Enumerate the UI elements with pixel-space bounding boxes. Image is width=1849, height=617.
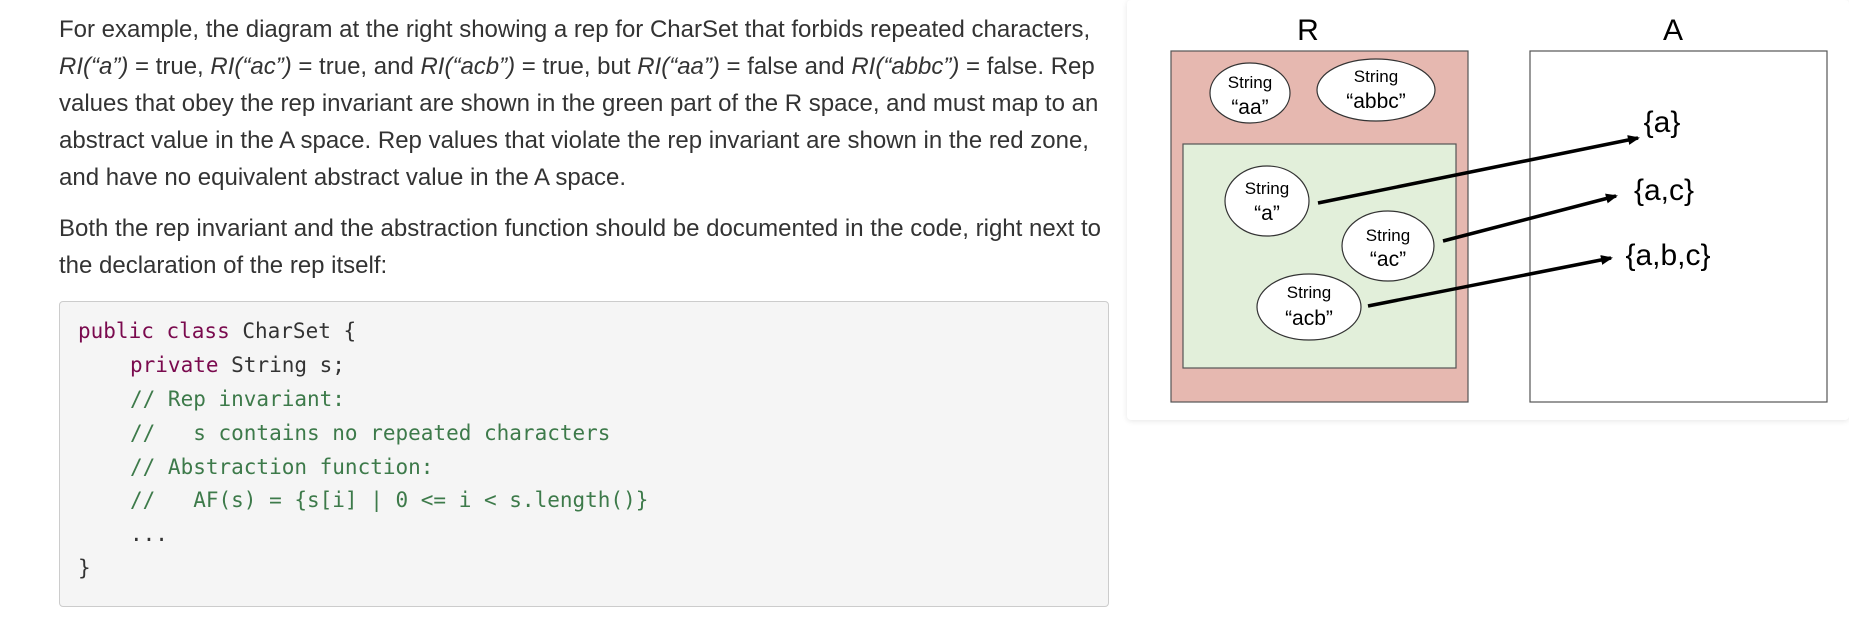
rep-value: “abbc”	[1346, 90, 1406, 113]
abstract-value-ac: {a,c}	[1634, 174, 1694, 207]
code-line-1: public class CharSet {	[78, 319, 356, 343]
rep-abstraction-diagram: R A String “aa” String “abbc” String “a”	[1170, 14, 1828, 403]
paragraph-text: For example, the diagram at the right sh…	[59, 16, 1091, 43]
code-text: CharSet {	[229, 319, 357, 343]
rep-type: String	[1354, 67, 1398, 86]
rep-type: String	[1245, 179, 1289, 198]
code-line-2: private String s;	[130, 353, 345, 377]
diagram-panel: R A String “aa” String “abbc” String “a”	[1127, 0, 1849, 420]
rep-value: “acb”	[1285, 307, 1333, 330]
rep-abbc: String “abbc”	[1316, 58, 1436, 122]
ri-abbc: RI(“abbc”)	[851, 53, 960, 80]
a-space-box	[1529, 50, 1828, 403]
rep-type: String	[1287, 283, 1331, 302]
rep-aa: String “aa”	[1209, 62, 1291, 124]
code-comment-1: // Rep invariant:	[130, 387, 345, 411]
code-keyword: private	[130, 353, 219, 377]
rep-ac: String “ac”	[1341, 210, 1435, 282]
ri-ac: RI(“ac”)	[210, 53, 292, 80]
rep-value: “a”	[1254, 202, 1280, 225]
ri-aa: RI(“aa”)	[637, 53, 720, 80]
rep-acb: String “acb”	[1256, 273, 1362, 341]
code-text: String s;	[218, 353, 345, 377]
code-block: public class CharSet { private String s;…	[59, 301, 1109, 607]
paragraph-example: For example, the diagram at the right sh…	[59, 11, 1109, 196]
rep-type: String	[1366, 226, 1410, 245]
code-comment-4: // AF(s) = {s[i] | 0 <= i < s.length()}	[130, 488, 649, 512]
code-close-brace: }	[78, 556, 91, 580]
code-comment-3: // Abstraction function:	[130, 455, 434, 479]
paragraph-text: = false and	[719, 53, 852, 80]
paragraph-text: = true,	[128, 53, 211, 80]
code-keyword: public class	[78, 319, 230, 343]
abstract-value-abc: {a,b,c}	[1625, 239, 1710, 272]
paragraph-text: = true, and	[291, 53, 421, 80]
rep-a: String “a”	[1224, 165, 1310, 237]
code-comment-2: // s contains no repeated characters	[130, 421, 611, 445]
code-ellipsis: ...	[130, 522, 168, 546]
ri-a: RI(“a”)	[59, 53, 129, 80]
paragraph-text: = true, but	[515, 53, 638, 80]
abstract-value-a: {a}	[1644, 106, 1681, 139]
rep-type: String	[1228, 73, 1272, 92]
rep-value: “aa”	[1231, 96, 1268, 119]
ri-acb: RI(“acb”)	[420, 53, 516, 80]
rep-value: “ac”	[1370, 248, 1406, 271]
paragraph-documentation: Both the rep invariant and the abstracti…	[59, 215, 1102, 279]
a-space-label: A	[1663, 14, 1683, 47]
r-space-label: R	[1297, 14, 1319, 47]
